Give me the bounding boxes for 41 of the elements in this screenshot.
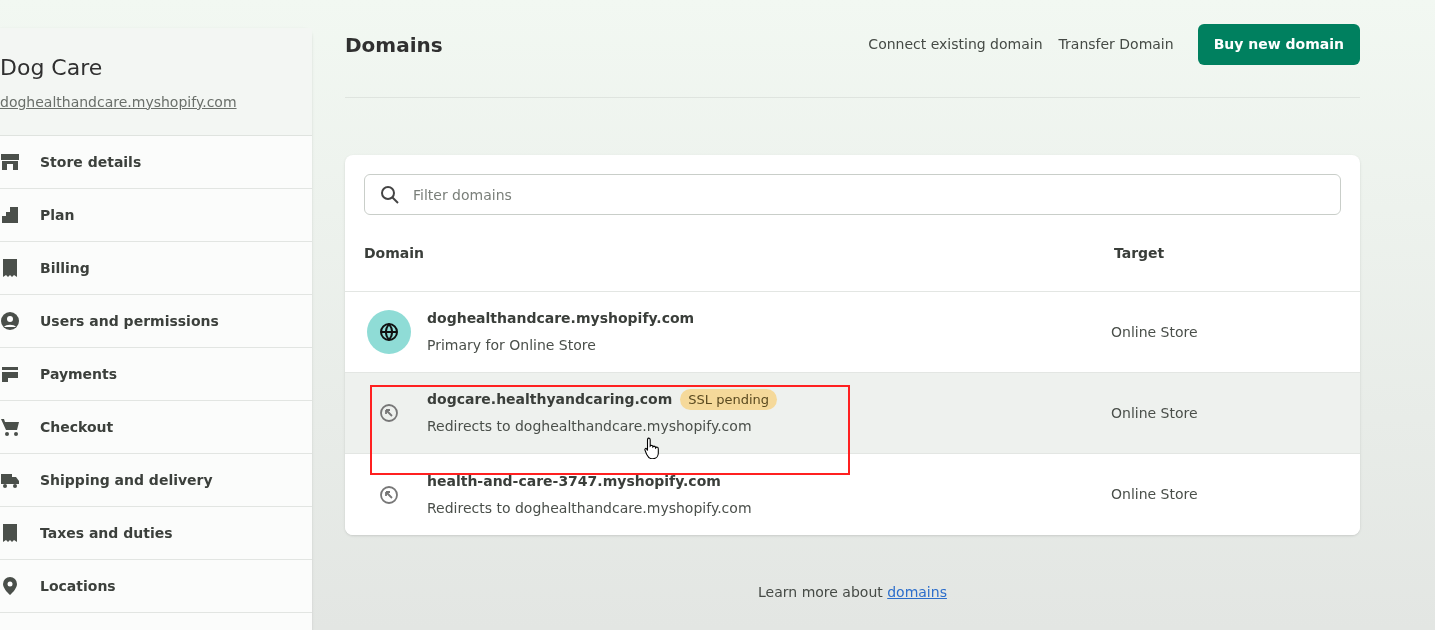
sidebar-item[interactable]: Checkout xyxy=(0,401,312,454)
domain-name: health-and-care-3747.myshopify.com xyxy=(427,471,721,491)
sidebar-item[interactable]: Plan xyxy=(0,189,312,242)
sidebar-item[interactable]: Billing xyxy=(0,242,312,295)
filter-domains-field[interactable]: Filter domains xyxy=(364,174,1341,215)
column-header: Domain xyxy=(364,243,426,263)
column-header: Target xyxy=(1114,243,1166,263)
sidebar-item[interactable]: Taxes and duties xyxy=(0,507,312,560)
ssl-status-badge: SSL pending xyxy=(680,388,778,411)
learn-more-text: Learn more about domains xyxy=(757,583,948,602)
search-icon xyxy=(380,185,400,205)
domains-link[interactable]: domains xyxy=(887,584,947,600)
sidebar-item[interactable]: Locations xyxy=(0,560,312,613)
target-cell-text: Online Store xyxy=(1111,322,1199,342)
domain-name: dogcare.healthyandcaring.com xyxy=(427,390,673,409)
card-icon xyxy=(0,364,20,384)
header-action-link[interactable]: Transfer Domain xyxy=(1058,34,1174,55)
pointer-cursor-icon xyxy=(643,435,661,459)
header-action-link[interactable]: Connect existing domain xyxy=(868,34,1043,55)
receipt-icon xyxy=(0,258,20,278)
domain-row[interactable]: health-and-care-3747.myshopify.com Redirects to doghealthandcare.myshopify.com Online Store xyxy=(345,454,1360,535)
domain-note: Primary for Online Store xyxy=(427,336,597,355)
sidebar-item[interactable]: Payments xyxy=(0,348,312,401)
store-name: Dog Care xyxy=(0,53,104,82)
tax-receipt-icon xyxy=(0,523,20,543)
domain-note: Redirects to doghealthandcare.myshopify.com xyxy=(427,417,753,437)
domain-name: doghealthandcare.myshopify.com xyxy=(427,309,695,328)
sidebar-item[interactable]: Store details xyxy=(0,136,312,189)
store-url-link[interactable]: doghealthandcare.myshopify.com xyxy=(0,91,312,113)
cart-icon xyxy=(0,417,20,437)
domain-note: Redirects to doghealthandcare.myshopify.com xyxy=(427,498,753,518)
domain-row[interactable]: doghealthandcare.myshopify.com Primary for Online Store Online Store xyxy=(345,292,1360,373)
target-cell-text: Online Store xyxy=(1111,403,1199,423)
target-cell-text: Online Store xyxy=(1111,485,1199,504)
blocks-icon xyxy=(0,205,20,225)
globe-icon xyxy=(367,310,411,354)
storefront-icon xyxy=(0,152,20,172)
page-title: Domains xyxy=(345,31,444,59)
buy-domain-button[interactable]: Buy new domain xyxy=(1197,24,1360,65)
sidebar-item[interactable]: Shipping and delivery xyxy=(0,454,312,507)
sidebar-item[interactable]: Users and permissions xyxy=(0,295,312,348)
